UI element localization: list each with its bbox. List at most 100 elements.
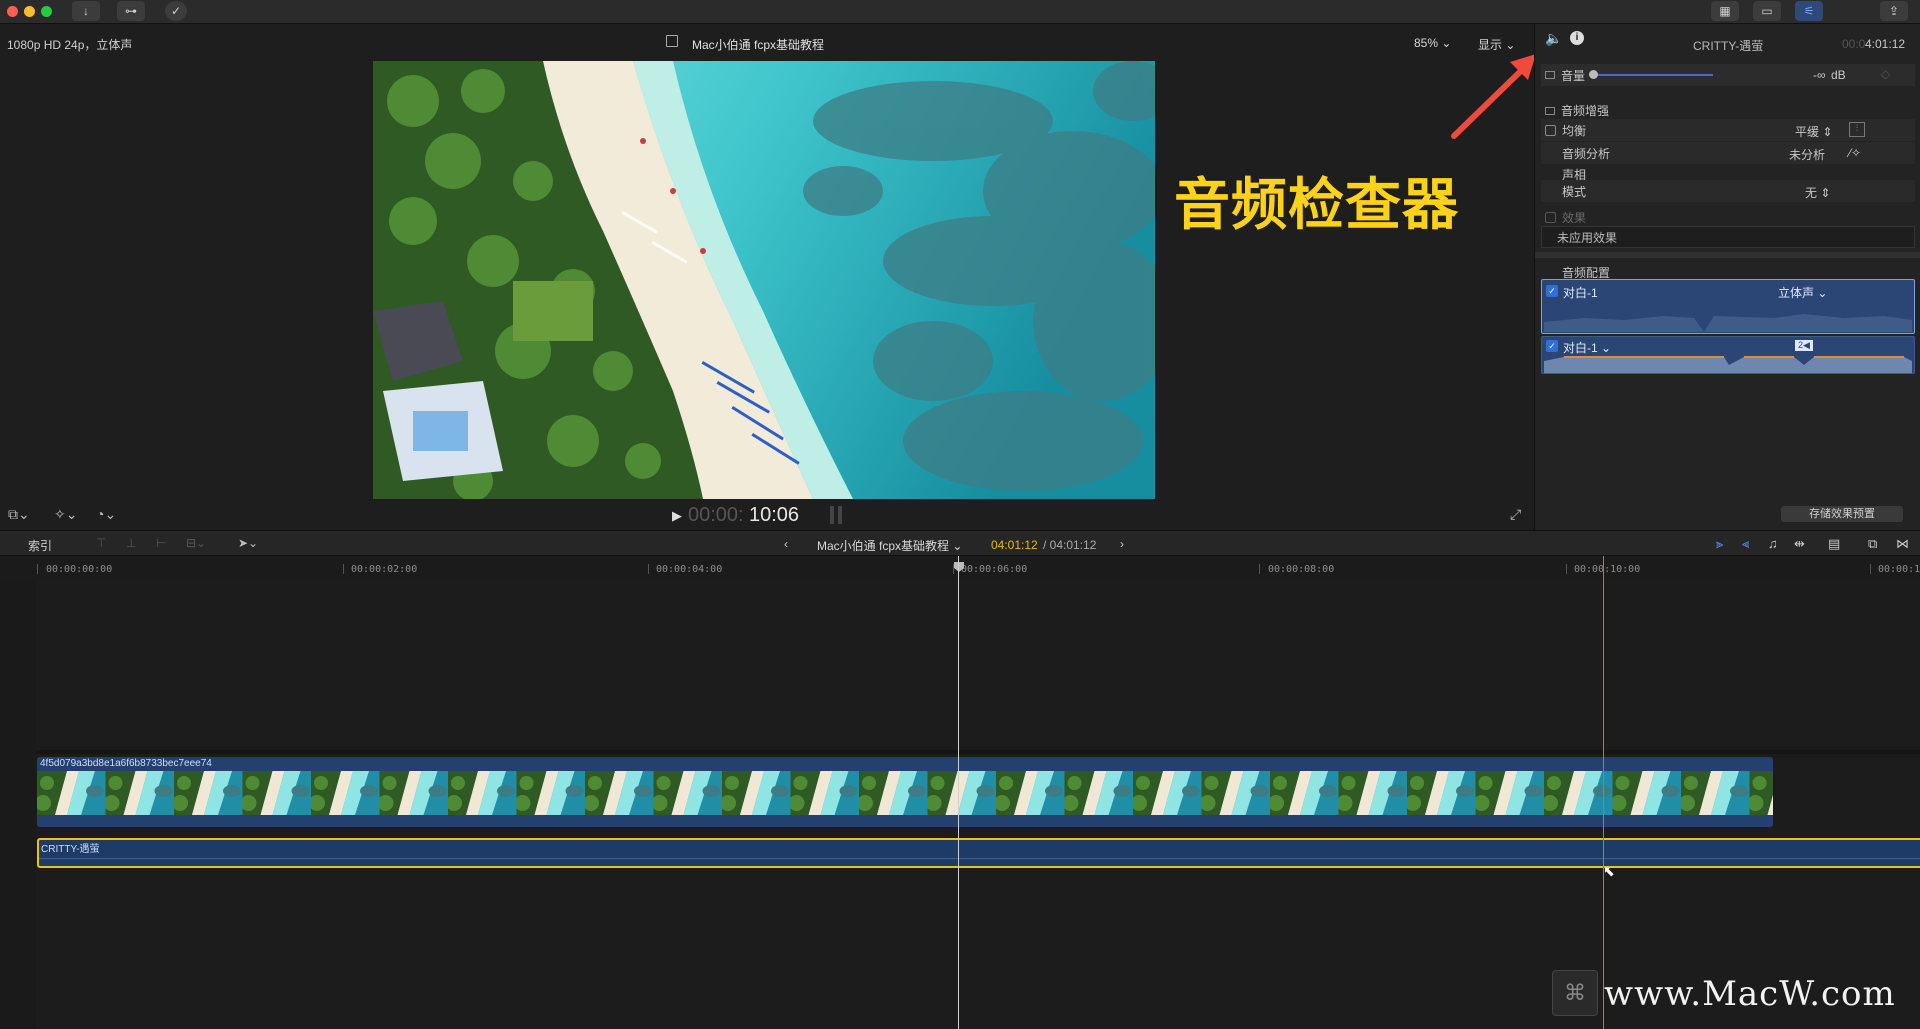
ruler-label-6: 00:00:1 [1878,564,1920,575]
track-gutter [0,578,36,1029]
magic-wand-icon[interactable]: ⁄✧ [1849,146,1861,160]
pan-mode-value: 无 [1805,186,1818,200]
audio-level-line[interactable] [39,858,1920,859]
audio-enhance-header[interactable]: 音频增强 [1545,102,1609,119]
channel-1-waveform [1544,314,1912,332]
index-button[interactable]: 索引 [28,537,52,554]
browser-view-icon[interactable]: ▦ [1711,1,1739,21]
eq-graph-icon[interactable]: ⫶ [1849,122,1865,137]
background-tasks-icon[interactable]: ✓ [165,1,187,21]
volume-slider[interactable] [1593,74,1713,76]
annotation-label: 音频检查器 [1174,173,1459,238]
overwrite-clip-icon[interactable]: ⊟⌄ [186,536,206,550]
fullscreen-icon[interactable]: ⤢ [1510,506,1521,523]
audio-enhance-title: 音频增强 [1561,104,1610,118]
volume-label: 音量 [1561,68,1586,83]
audio-skimming-icon[interactable]: ⫷ [1742,536,1749,552]
snapping-icon[interactable]: ⇹ [1794,536,1805,552]
clapper-icon [666,35,678,47]
eq-value: 平缓 [1795,125,1820,139]
timeline-tracks[interactable]: 4f5d079a3bd8e1a6f6b8733bec7eee74 CRITTY-… [0,556,1920,1029]
keyword-icon[interactable]: ⊶ [117,1,145,21]
channel-1-format: 立体声 [1778,286,1815,300]
back-nav-icon[interactable]: ‹ [784,537,788,551]
viewer-header: 1080p HD 24p，立体声 Mac小伯通 fcpx基础教程 85% ⌄ 显… [0,24,1534,60]
timeline-duration: / 04:01:12 [1043,538,1097,552]
playhead-line[interactable] [1603,556,1604,1029]
timeline-view-icon[interactable]: ▭ [1753,1,1781,21]
append-clip-icon[interactable]: ⊢ [156,536,166,550]
audio-inspector: 🔈 i CRITTY-遇萤 00:0 4:01:12 音量 -∞ dB ◇ 音频… [1534,24,1920,530]
eq-checkbox[interactable] [1545,124,1556,136]
video-clip[interactable]: 4f5d079a3bd8e1a6f6b8733bec7eee74 [37,757,1773,827]
timeline-project-menu[interactable]: Mac小伯通 fcpx基础教程 ⌄ [817,537,962,554]
channel-2-card[interactable]: ✓ 对白-1 ⌄ 2◀ [1541,336,1915,374]
inspector-view-icon[interactable]: ⚟ [1795,1,1823,21]
close-window-button[interactable] [7,6,18,17]
enhance-magic-icon[interactable]: ✧⌄ [54,506,77,523]
aerial-beach-image [373,61,1155,499]
channel-1-checkbox[interactable]: ✓ [1546,285,1558,297]
volume-toggle-icon[interactable] [1545,71,1555,79]
save-effects-preset-button[interactable]: 存储效果预置 [1781,506,1903,522]
ruler-label-4: 00:00:08:00 [1268,564,1335,575]
audio-inspector-tab-icon[interactable]: 🔈 [1545,30,1562,47]
minimize-window-button[interactable] [24,6,35,17]
ruler-label-3: 00:00:06:00 [961,564,1028,575]
eq-label: 均衡 [1562,123,1587,138]
speed-icon[interactable]: ◔⌄ [96,506,116,523]
ruler-tick [1259,564,1260,574]
video-waveform-toggle-icon[interactable]: ⫸ [1716,536,1723,552]
viewer-toolbar: ⧉⌄ ✧⌄ ◔⌄ ▶ 00:00: 10:06 ⤢ [0,500,1534,530]
macw-logo-icon: ⌘ [1552,970,1598,1016]
timecode-separator-1 [830,506,834,524]
pan-mode-popup[interactable]: 无 ⇕ [1805,184,1830,201]
channel-1-name: 对白-1 [1563,286,1598,300]
volume-slider-knob[interactable] [1589,70,1598,79]
video-frame [373,61,1155,499]
select-tool-icon[interactable]: ➤⌄ [238,536,258,550]
keyframe-icon[interactable]: ◇ [1881,67,1890,81]
share-icon[interactable]: ⇪ [1880,1,1908,21]
headphones-icon[interactable]: ♫ [1768,536,1778,551]
volume-value[interactable]: -∞ [1813,68,1826,82]
analysis-value: 未分析 [1789,148,1826,162]
timeline-index-icon[interactable]: ⧉ [1868,536,1877,552]
channel-2-waveform [1544,356,1912,373]
effects-checkbox[interactable] [1545,212,1556,223]
video-filmstrip [37,771,1773,815]
ruler-tick [648,564,649,574]
forward-nav-icon[interactable]: › [1120,537,1124,551]
ruler-tick [1870,564,1871,574]
eq-popup[interactable]: 平缓 ⇕ [1795,123,1832,140]
audio-clip[interactable]: CRITTY-遇萤 [37,838,1920,868]
viewer-timecode-dim: 00:00: [688,504,744,526]
ruler-tick [37,564,38,574]
timeline-ruler[interactable]: 00:00:00:00 00:00:02:00 00:00:04:00 00:0… [0,556,1920,578]
channel-1-card[interactable]: ✓ 对白-1 立体声 ⌄ [1541,279,1915,334]
import-icon[interactable]: ↓ [72,1,100,21]
filmstrip-thumbnails [37,771,1773,815]
zoom-value: 85% [1414,36,1439,50]
play-icon[interactable]: ▶ [672,508,682,524]
audio-clip-name: CRITTY-遇萤 [41,844,100,855]
analysis-label: 音频分析 [1562,146,1611,161]
zoom-window-button[interactable] [41,6,52,17]
channel-1-format-popup[interactable]: 立体声 ⌄ [1778,284,1827,301]
viewer-project-title: Mac小伯通 fcpx基础教程 [692,38,825,52]
transitions-browser-icon[interactable]: ⋈ [1896,536,1909,552]
enhance-toggle-icon[interactable] [1545,106,1555,115]
section-divider[interactable] [1535,252,1920,258]
clip-appearance-icon[interactable]: ▤ [1828,536,1840,552]
pan-mode-row: 模式 无 ⇕ [1541,180,1915,202]
connect-clip-icon[interactable]: ⊤ [96,536,106,550]
title-bar: ↓ ⊶ ✓ ▦ ▭ ⚟ ⇪ [0,0,1920,24]
transform-icon[interactable]: ⧉⌄ [8,506,30,523]
info-inspector-tab-icon[interactable]: i [1570,31,1584,45]
format-label: 1080p HD 24p，立体声 [7,38,133,52]
insert-clip-icon[interactable]: ⊥ [126,536,136,550]
effects-header: 效果 [1545,209,1586,226]
ruler-label-0: 00:00:00:00 [46,564,113,575]
ruler-tick [343,564,344,574]
channel-2-checkbox[interactable]: ✓ [1546,340,1558,352]
